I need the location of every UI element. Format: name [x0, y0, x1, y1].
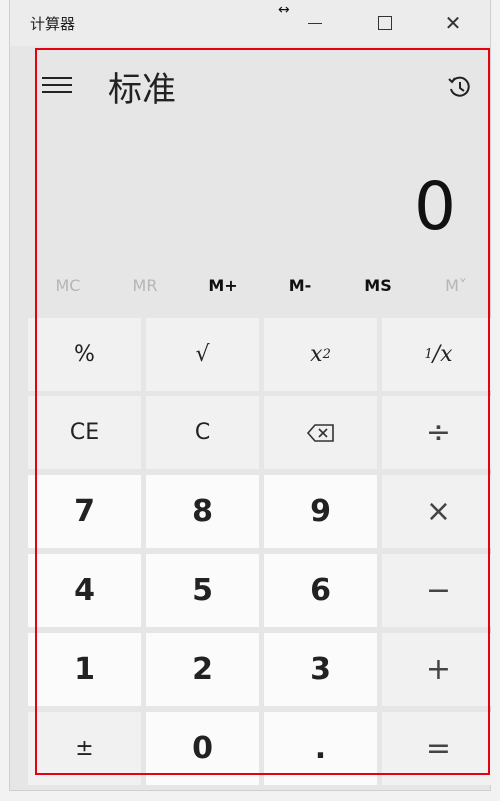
digit-2-button[interactable]: 2 — [146, 633, 259, 706]
calculator-window: 计算器 ↔ ✕ 标准 0 MC MR M+ M- MS M˅ % √ x2 1/… — [10, 0, 495, 790]
close-icon: ✕ — [444, 11, 462, 35]
multiply-button[interactable]: × — [382, 475, 495, 548]
divide-button[interactable]: ÷ — [382, 396, 495, 469]
equals-button[interactable]: = — [382, 712, 495, 785]
square-button[interactable]: x2 — [264, 318, 377, 391]
digit-7-button[interactable]: 7 — [28, 475, 141, 548]
maximize-icon — [378, 16, 392, 30]
digit-8-button[interactable]: 8 — [146, 475, 259, 548]
reciprocal-button[interactable]: 1/x — [382, 318, 495, 391]
memory-store-button[interactable]: MS — [338, 276, 418, 295]
close-button[interactable]: ✕ — [438, 8, 468, 38]
decimal-button[interactable]: . — [264, 712, 377, 785]
memory-list-button[interactable]: M˅ — [416, 276, 496, 295]
memory-subtract-button[interactable]: M- — [260, 276, 340, 295]
clear-entry-button[interactable]: CE — [28, 396, 141, 469]
plus-button[interactable]: + — [382, 633, 495, 706]
percent-button[interactable]: % — [28, 318, 141, 391]
square-root-button[interactable]: √ — [146, 318, 259, 391]
memory-add-button[interactable]: M+ — [183, 276, 263, 295]
minimize-icon — [308, 22, 322, 24]
digit-1-button[interactable]: 1 — [28, 633, 141, 706]
backspace-icon — [306, 423, 334, 442]
memory-row: MC MR M+ M- MS M˅ — [28, 276, 500, 310]
digit-4-button[interactable]: 4 — [28, 554, 141, 627]
digit-3-button[interactable]: 3 — [264, 633, 377, 706]
history-icon[interactable] — [446, 74, 474, 102]
negate-button[interactable]: ± — [28, 712, 141, 785]
memory-recall-button[interactable]: MR — [105, 276, 185, 295]
maximize-button[interactable] — [370, 8, 400, 38]
backspace-button[interactable] — [264, 396, 377, 469]
clear-button[interactable]: C — [146, 396, 259, 469]
digit-5-button[interactable]: 5 — [146, 554, 259, 627]
resize-cursor-icon: ↔ — [278, 2, 290, 18]
result-display: 0 — [414, 168, 456, 245]
minus-button[interactable]: − — [382, 554, 495, 627]
hamburger-menu-icon[interactable] — [42, 74, 72, 96]
digit-6-button[interactable]: 6 — [264, 554, 377, 627]
digit-0-button[interactable]: 0 — [146, 712, 259, 785]
title-bar: 计算器 ↔ ✕ — [10, 0, 490, 46]
mode-title: 标准 — [108, 70, 176, 110]
memory-clear-button[interactable]: MC — [28, 276, 108, 295]
digit-9-button[interactable]: 9 — [264, 475, 377, 548]
minimize-button[interactable] — [300, 8, 330, 38]
window-title: 计算器 — [30, 15, 76, 33]
